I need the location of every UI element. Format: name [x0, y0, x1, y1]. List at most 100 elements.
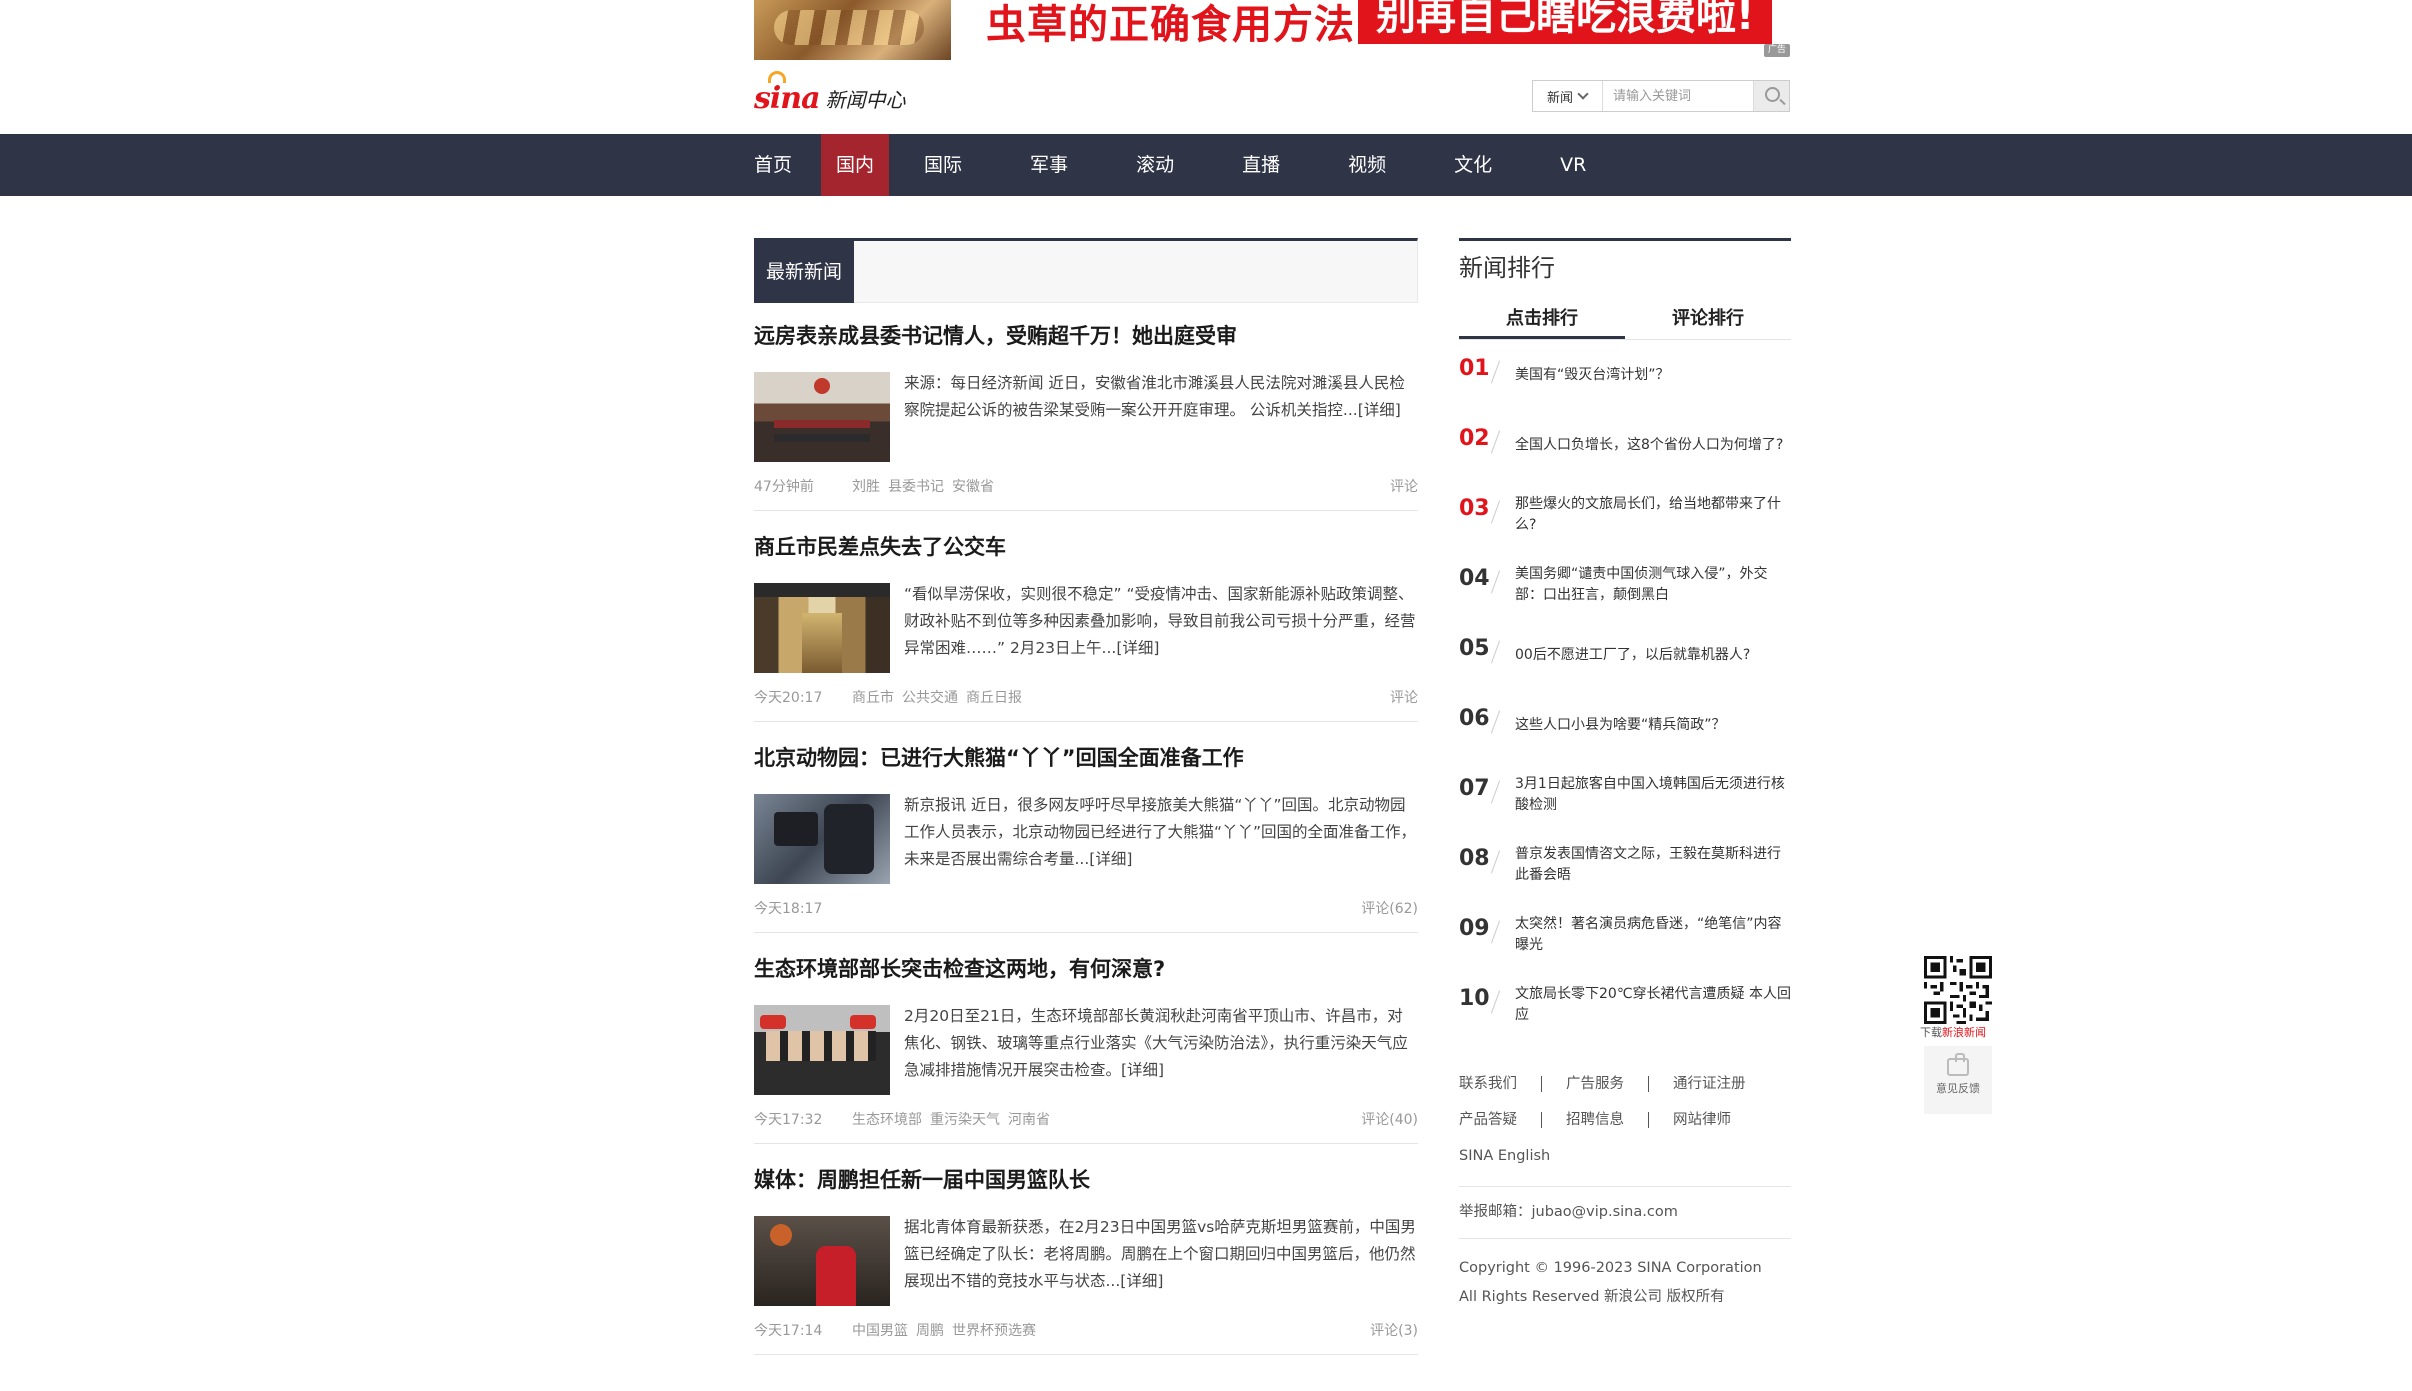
- nav-item-military[interactable]: 军事: [1015, 134, 1083, 196]
- news-item: 商丘市民差点失去了公交车 “看似旱涝保收，实则很不稳定” “受疫情冲击、国家新能…: [754, 533, 1418, 722]
- ranking-link[interactable]: 全国人口负增长，这8个省份人口为何增了?: [1515, 410, 1791, 480]
- link-ad-service[interactable]: 广告服务: [1566, 1072, 1624, 1096]
- ranking-link[interactable]: 00后不愿进工厂了，以后就靠机器人?: [1515, 620, 1791, 690]
- news-tag[interactable]: 生态环境部: [852, 1109, 922, 1129]
- news-tag[interactable]: 世界杯预选赛: [952, 1320, 1036, 1340]
- news-meta: 47分钟前 刘胜 县委书记 安徽省 评论: [754, 476, 1418, 496]
- nav-item-international[interactable]: 国际: [909, 134, 977, 196]
- download-app-label[interactable]: 下载新浪新闻: [1920, 1024, 1986, 1040]
- ranking-link[interactable]: 普京发表国情咨文之际，王毅在莫斯科进行此番会晤: [1515, 830, 1791, 900]
- ad-highlight[interactable]: 别再自己瞎吃浪费啦!: [1358, 0, 1773, 44]
- ranking-item[interactable]: 05 00后不愿进工厂了，以后就靠机器人?: [1459, 620, 1791, 690]
- ranking-item[interactable]: 10 文旅局长零下20℃穿长裙代言遭质疑 本人回应: [1459, 970, 1791, 1040]
- news-body: 2月20日至21日，生态环境部部长黄润秋赴河南省平顶山市、许昌市，对焦化、钢铁、…: [754, 1003, 1418, 1095]
- ranking-item[interactable]: 02 全国人口负增长，这8个省份人口为何增了?: [1459, 410, 1791, 480]
- news-summary[interactable]: 来源：每日经济新闻 近日，安徽省淮北市濉溪县人民法院对濉溪县人民检察院提起公诉的…: [904, 370, 1418, 424]
- news-time: 今天17:14: [754, 1323, 823, 1339]
- copyright: Copyright © 1996-2023 SINA Corporation A…: [1459, 1254, 1762, 1312]
- news-tag[interactable]: 商丘市: [852, 687, 894, 707]
- news-title[interactable]: 媒体：周鹏担任新一届中国男篮队长: [754, 1166, 1418, 1194]
- link-lawyer[interactable]: 网站律师: [1673, 1108, 1731, 1132]
- ranking-link[interactable]: 3月1日起旅客自中国入境韩国后无须进行核酸检测: [1515, 760, 1791, 830]
- news-tag[interactable]: 河南省: [1008, 1109, 1050, 1129]
- news-body: 新京报讯 近日，很多网友呼吁尽早接旅美大熊猫“丫丫”回国。北京动物园工作人员表示…: [754, 792, 1418, 884]
- news-comment-link[interactable]: 评论: [1390, 476, 1418, 496]
- download-app-name: 新浪新闻: [1942, 1026, 1986, 1039]
- link-product-faq[interactable]: 产品答疑: [1459, 1108, 1517, 1132]
- news-time: 今天18:17: [754, 901, 823, 917]
- nav-item-live[interactable]: 直播: [1227, 134, 1295, 196]
- news-divider: [754, 1143, 1418, 1144]
- news-comment-link[interactable]: 评论(62): [1361, 898, 1418, 918]
- ranking-item[interactable]: 06 这些人口小县为啥要“精兵简政”？: [1459, 690, 1791, 760]
- news-time: 今天20:17: [754, 690, 823, 706]
- qr-code-icon[interactable]: [1924, 956, 1992, 1024]
- news-title[interactable]: 生态环境部部长突击检查这两地，有何深意?: [754, 955, 1418, 983]
- ranking-item[interactable]: 01 美国有“毁灭台湾计划”？: [1459, 340, 1791, 410]
- news-title[interactable]: 北京动物园：已进行大熊猫“丫丫”回国全面准备工作: [754, 744, 1418, 772]
- ranking-divider: [1490, 780, 1501, 804]
- news-tag[interactable]: 重污染天气: [930, 1109, 1000, 1129]
- news-tag[interactable]: 安徽省: [952, 476, 994, 496]
- tab-click-ranking[interactable]: 点击排行: [1459, 302, 1625, 339]
- news-tag[interactable]: 商丘日报: [966, 687, 1022, 707]
- nav-item-domestic[interactable]: 国内: [821, 134, 890, 196]
- news-title[interactable]: 远房表亲成县委书记情人，受贿超千万！她出庭受审: [754, 322, 1418, 350]
- news-comment-link[interactable]: 评论(3): [1370, 1320, 1418, 1340]
- nav-item-video[interactable]: 视频: [1333, 134, 1401, 196]
- tab-latest-news[interactable]: 最新新闻: [754, 241, 854, 303]
- ranking-link[interactable]: 文旅局长零下20℃穿长裙代言遭质疑 本人回应: [1515, 970, 1791, 1040]
- news-thumbnail[interactable]: [754, 1216, 890, 1306]
- news-thumbnail[interactable]: [754, 583, 890, 673]
- link-contact-us[interactable]: 联系我们: [1459, 1072, 1517, 1096]
- ranking-item[interactable]: 03 那些爆火的文旅局长们，给当地都带来了什么?: [1459, 480, 1791, 550]
- ranking-item[interactable]: 08 普京发表国情咨文之际，王毅在莫斯科进行此番会晤: [1459, 830, 1791, 900]
- sina-news-logo[interactable]: sina 新闻中心: [754, 70, 906, 118]
- ad-image[interactable]: [754, 0, 951, 60]
- news-comment-link[interactable]: 评论(40): [1361, 1109, 1418, 1129]
- ranking-divider: [1490, 500, 1501, 524]
- news-summary[interactable]: 新京报讯 近日，很多网友呼吁尽早接旅美大熊猫“丫丫”回国。北京动物园工作人员表示…: [904, 792, 1418, 873]
- ranking-item[interactable]: 04 美国务卿“谴责中国侦测气球入侵”，外交部：口出狂言，颠倒黑白: [1459, 550, 1791, 620]
- news-summary[interactable]: 2月20日至21日，生态环境部部长黄润秋赴河南省平顶山市、许昌市，对焦化、钢铁、…: [904, 1003, 1418, 1084]
- news-thumbnail[interactable]: [754, 372, 890, 462]
- news-tag[interactable]: 县委书记: [888, 476, 944, 496]
- nav-item-home[interactable]: 首页: [754, 134, 807, 196]
- tab-comment-ranking[interactable]: 评论排行: [1625, 302, 1791, 339]
- nav-item-rolling[interactable]: 滚动: [1121, 134, 1189, 196]
- ranking-link[interactable]: 太突然！著名演员病危昏迷，“绝笔信”内容曝光: [1515, 900, 1791, 970]
- ranking-item[interactable]: 07 3月1日起旅客自中国入境韩国后无须进行核酸检测: [1459, 760, 1791, 830]
- ranking-link[interactable]: 美国务卿“谴责中国侦测气球入侵”，外交部：口出狂言，颠倒黑白: [1515, 550, 1791, 620]
- news-thumbnail[interactable]: [754, 794, 890, 884]
- news-tag[interactable]: 周鹏: [916, 1320, 944, 1340]
- ranking-divider: [1490, 850, 1501, 874]
- feedback-button[interactable]: 意见反馈: [1924, 1046, 1992, 1114]
- ad-headline[interactable]: 虫草的正确食用方法: [986, 0, 1355, 50]
- report-email[interactable]: 举报邮箱：jubao@vip.sina.com: [1459, 1200, 1678, 1221]
- news-title[interactable]: 商丘市民差点失去了公交车: [754, 533, 1418, 561]
- link-passport-register[interactable]: 通行证注册: [1673, 1072, 1746, 1096]
- news-tag[interactable]: 公共交通: [902, 687, 958, 707]
- link-sina-english[interactable]: SINA English: [1459, 1144, 1550, 1168]
- chevron-down-icon: [1577, 88, 1589, 100]
- search-input[interactable]: [1603, 81, 1753, 111]
- ad-banner[interactable]: 虫草的正确食用方法 别再自己瞎吃浪费啦! 广告: [754, 0, 1790, 60]
- nav-item-culture[interactable]: 文化: [1439, 134, 1507, 196]
- footer-links: 联系我们 广告服务 通行证注册 产品答疑 招聘信息 网站律师 SINA Engl…: [1459, 1072, 1791, 1180]
- news-tag[interactable]: 中国男篮: [852, 1320, 908, 1340]
- ranking-link[interactable]: 美国有“毁灭台湾计划”？: [1515, 340, 1791, 410]
- ranking-number: 02: [1459, 426, 1490, 451]
- link-jobs[interactable]: 招聘信息: [1566, 1108, 1624, 1132]
- news-summary[interactable]: “看似旱涝保收，实则很不稳定” “受疫情冲击、国家新能源补贴政策调整、财政补贴不…: [904, 581, 1418, 662]
- search-scope-select[interactable]: 新闻: [1533, 81, 1603, 111]
- ranking-link[interactable]: 那些爆火的文旅局长们，给当地都带来了什么?: [1515, 480, 1791, 550]
- news-thumbnail[interactable]: [754, 1005, 890, 1095]
- nav-item-vr[interactable]: VR: [1545, 134, 1601, 196]
- news-tag[interactable]: 刘胜: [852, 476, 880, 496]
- search-button[interactable]: [1753, 81, 1789, 111]
- news-summary[interactable]: 据北青体育最新获悉，在2月23日中国男篮vs哈萨克斯坦男篮赛前，中国男篮已经确定…: [904, 1214, 1418, 1295]
- ranking-item[interactable]: 09 太突然！著名演员病危昏迷，“绝笔信”内容曝光: [1459, 900, 1791, 970]
- ranking-number: 06: [1459, 706, 1490, 731]
- news-comment-link[interactable]: 评论: [1390, 687, 1418, 707]
- ranking-link[interactable]: 这些人口小县为啥要“精兵简政”？: [1515, 690, 1791, 760]
